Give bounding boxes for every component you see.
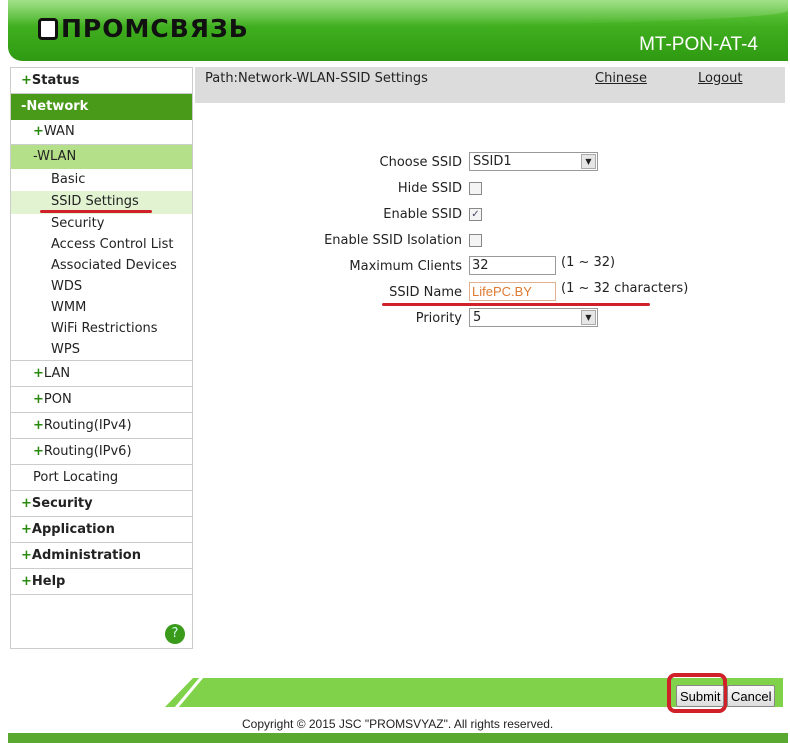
sidebar-item-wds[interactable]: WDS xyxy=(11,276,192,297)
sidebar-item-associated-devices[interactable]: Associated Devices xyxy=(11,255,192,276)
sidebar-item-status[interactable]: +Status xyxy=(11,68,192,94)
chevron-down-icon: ▼ xyxy=(581,154,596,169)
help-icon[interactable]: ? xyxy=(165,624,185,644)
header-banner: ПРОМСВЯЗЬ MT-PON-AT-4 xyxy=(8,0,788,61)
logo: ПРОМСВЯЗЬ xyxy=(38,14,249,43)
logout-link[interactable]: Logout xyxy=(698,71,743,86)
sidebar-item-administration[interactable]: +Administration xyxy=(11,543,192,569)
sidebar-item-routing-ipv4[interactable]: +Routing(IPv4) xyxy=(11,413,192,439)
annotation-underline xyxy=(40,210,152,213)
sidebar-item-network[interactable]: -Network xyxy=(11,94,192,120)
hide-ssid-checkbox[interactable] xyxy=(469,182,482,195)
max-clients-row: Maximum Clients 32 (1 ~ 32) xyxy=(349,255,616,275)
max-clients-input[interactable]: 32 xyxy=(469,256,556,275)
chinese-link[interactable]: Chinese xyxy=(595,71,647,86)
choose-ssid-row: Choose SSID SSID1 ▼ xyxy=(195,152,785,174)
ssid-name-input[interactable]: LifePC.BY xyxy=(469,282,556,301)
submit-button[interactable]: Submit xyxy=(676,685,725,707)
sidebar-item-security-wlan[interactable]: Security xyxy=(11,213,192,234)
sidebar-item-wifi-restrictions[interactable]: WiFi Restrictions xyxy=(11,318,192,339)
breadcrumb: Path:Network-WLAN-SSID Settings Chinese … xyxy=(195,67,785,103)
isolation-row: Enable SSID Isolation xyxy=(195,230,785,252)
sidebar-item-wps[interactable]: WPS xyxy=(11,339,192,361)
ssid-name-row: SSID Name LifePC.BY (1 ~ 32 characters) xyxy=(389,281,689,301)
sidebar-item-security[interactable]: +Security xyxy=(11,491,192,517)
sidebar-item-wlan[interactable]: -WLAN xyxy=(11,145,192,169)
sidebar-item-help[interactable]: +Help xyxy=(11,569,192,595)
sidebar-item-wmm[interactable]: WMM xyxy=(11,297,192,318)
hide-ssid-row: Hide SSID xyxy=(195,178,785,200)
priority-select[interactable]: 5 ▼ xyxy=(469,308,598,327)
choose-ssid-select[interactable]: SSID1 ▼ xyxy=(469,152,598,171)
model-name: MT-PON-AT-4 xyxy=(639,34,758,55)
sidebar: +Status -Network +WAN -WLAN Basic SSID S… xyxy=(10,67,193,649)
logo-mark-icon xyxy=(38,18,58,40)
sidebar-item-routing-ipv6[interactable]: +Routing(IPv6) xyxy=(11,439,192,465)
sidebar-item-acl[interactable]: Access Control List xyxy=(11,234,192,255)
cancel-button[interactable]: Cancel xyxy=(727,685,776,707)
enable-ssid-row: Enable SSID ✓ xyxy=(195,204,785,226)
sidebar-item-basic[interactable]: Basic xyxy=(11,169,192,190)
sidebar-item-lan[interactable]: +LAN xyxy=(11,361,192,387)
sidebar-item-application[interactable]: +Application xyxy=(11,517,192,543)
sidebar-item-wan[interactable]: +WAN xyxy=(11,119,192,145)
ssid-isolation-checkbox[interactable] xyxy=(469,234,482,247)
sidebar-item-port-locating[interactable]: Port Locating xyxy=(11,465,192,491)
enable-ssid-checkbox[interactable]: ✓ xyxy=(469,208,482,221)
copyright: Copyright © 2015 JSC "PROMSVYAZ". All ri… xyxy=(242,717,554,731)
sidebar-item-pon[interactable]: +PON xyxy=(11,387,192,413)
bottom-bar xyxy=(8,733,788,743)
annotation-underline xyxy=(382,303,650,306)
priority-row: Priority 5 ▼ xyxy=(195,308,785,330)
chevron-down-icon: ▼ xyxy=(581,310,596,325)
